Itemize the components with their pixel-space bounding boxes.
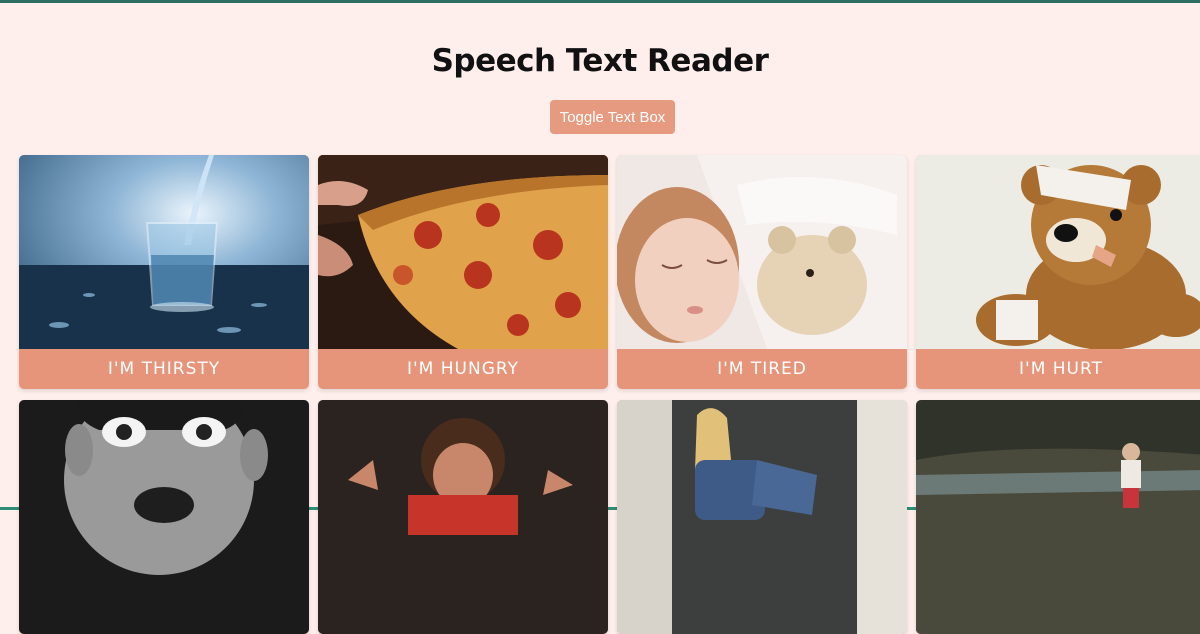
surprised-boy-image: [19, 400, 309, 634]
pizza-slice-image: [318, 155, 608, 349]
card-label: I'M TIRED: [717, 359, 807, 379]
card-hurt[interactable]: I'M HURT: [916, 155, 1200, 389]
card-thirsty[interactable]: I'M THIRSTY: [19, 155, 309, 389]
sad-girl-in-doorway-image: [617, 400, 907, 634]
card-surprised[interactable]: [19, 400, 309, 634]
card-tired[interactable]: I'M TIRED: [617, 155, 907, 389]
glass-of-water-image: [19, 155, 309, 349]
card-lost[interactable]: [916, 400, 1200, 634]
card-label: I'M THIRSTY: [107, 359, 221, 379]
card-label: I'M HUNGRY: [407, 359, 519, 379]
girl-in-forest-image: [916, 400, 1200, 634]
card-sad[interactable]: [617, 400, 907, 634]
card-angry[interactable]: [318, 400, 608, 634]
card-hungry[interactable]: I'M HUNGRY: [318, 155, 608, 389]
bandaged-teddy-bear-image: [916, 155, 1200, 349]
page-title: Speech Text Reader: [431, 43, 769, 79]
sleeping-child-image: [617, 155, 907, 349]
toggle-text-box-button[interactable]: Toggle Text Box: [550, 100, 675, 134]
card-label: I'M HURT: [1019, 359, 1103, 379]
angry-boy-image: [318, 400, 608, 634]
